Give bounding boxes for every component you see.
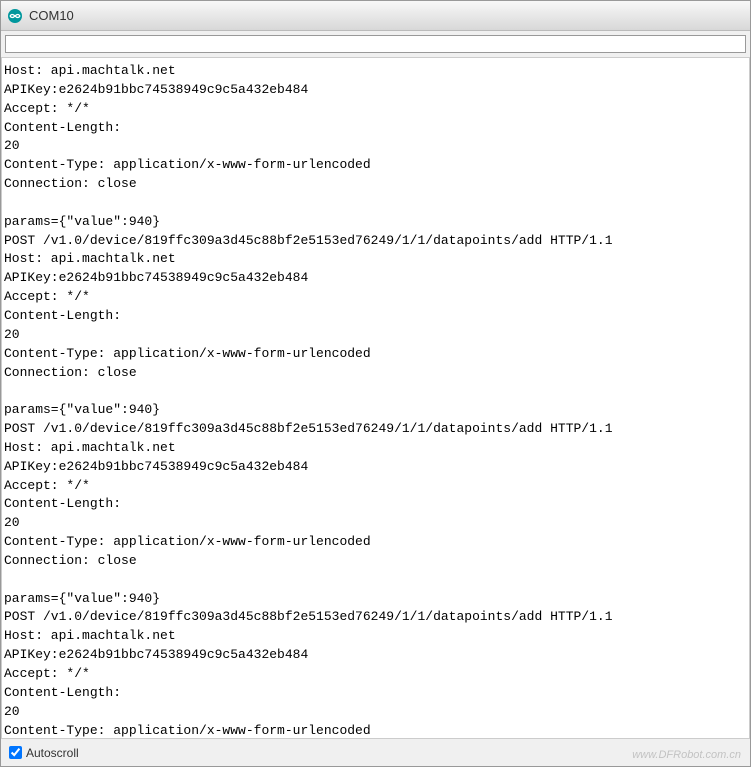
arduino-icon [7,8,23,24]
serial-input[interactable] [5,35,746,53]
autoscroll-text: Autoscroll [26,746,79,760]
titlebar[interactable]: COM10 [1,1,750,31]
autoscroll-checkbox[interactable] [9,746,22,759]
window-title: COM10 [29,8,74,23]
input-bar [1,31,750,58]
bottom-bar: Autoscroll [1,738,750,766]
serial-output[interactable]: Host: api.machtalk.net APIKey:e2624b91bb… [1,58,750,738]
serial-monitor-window: COM10 Host: api.machtalk.net APIKey:e262… [0,0,751,767]
autoscroll-checkbox-label[interactable]: Autoscroll [9,746,79,760]
